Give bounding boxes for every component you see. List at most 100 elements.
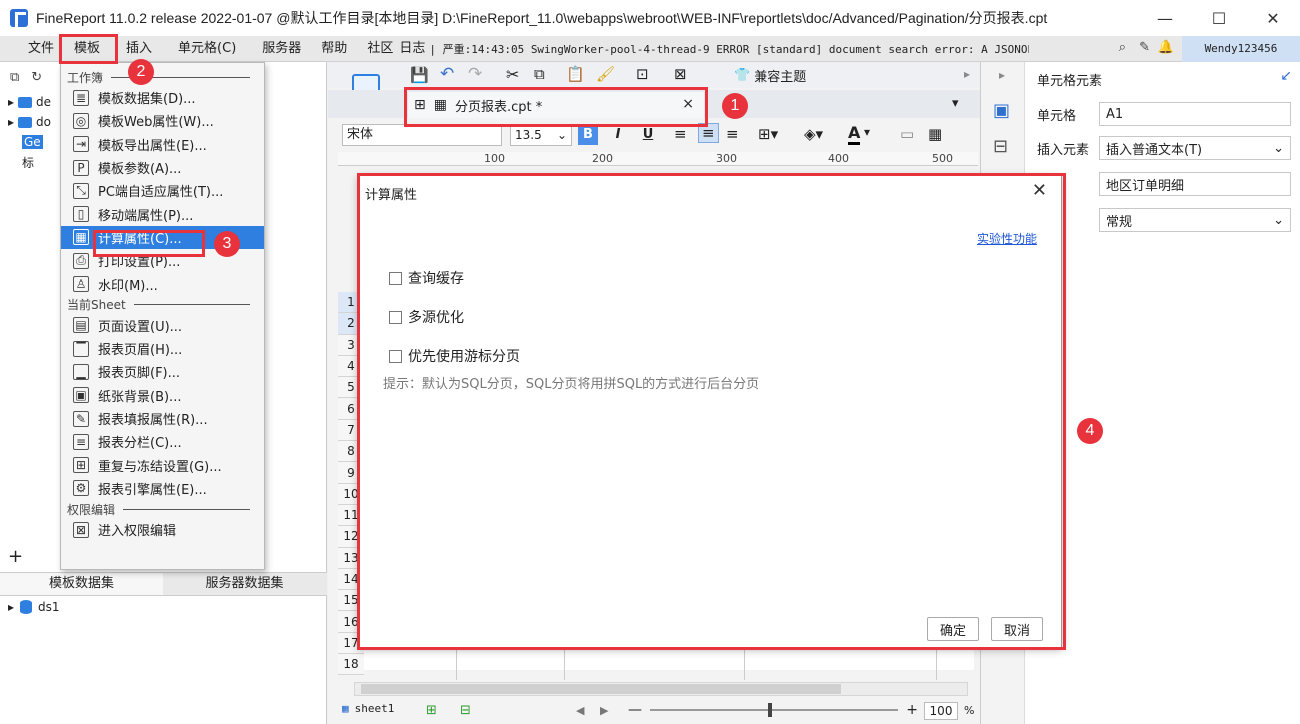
menu-server[interactable]: 服务器 xyxy=(252,36,311,62)
redo-icon[interactable]: ↷ xyxy=(468,64,482,84)
zoom-input[interactable]: 100 xyxy=(924,702,958,720)
preview-icon[interactable]: ⊡ xyxy=(636,65,649,83)
font-family-select[interactable]: 宋体 xyxy=(342,124,502,146)
menu-cell[interactable]: 单元格(C) xyxy=(168,36,246,62)
bold-button[interactable]: B xyxy=(578,125,598,145)
font-color-icon[interactable]: A xyxy=(848,123,861,145)
collapse-icon[interactable]: ▸ xyxy=(964,67,970,81)
menu-item[interactable]: ⤡ PC端自适应属性(T)... xyxy=(61,179,264,202)
type-select[interactable]: 常规 ⌄ xyxy=(1099,208,1291,232)
menu-bar: 文件 模板 插入 单元格(C) 服务器 帮助 社区 日志 | 严重:14:43:… xyxy=(0,36,1300,62)
border-icon[interactable]: ⊞▾ xyxy=(758,125,778,143)
font-size-select[interactable]: 13.5 ⌄ xyxy=(510,124,572,146)
dataset-item[interactable]: ▸ ds1 xyxy=(8,600,60,614)
menu-item[interactable]: ▯ 移动端属性(P)... xyxy=(61,202,264,225)
menu-item[interactable]: ♙ 水印(M)... xyxy=(61,272,264,295)
annotation-badge-4: 4 xyxy=(1077,418,1103,444)
menu-item-icon: ≣ xyxy=(73,89,89,106)
menu-insert[interactable]: 插入 xyxy=(116,36,162,62)
menu-item[interactable]: ▤ 页面设置(U)... xyxy=(61,314,264,337)
chevron-down-icon: ⌄ xyxy=(556,128,567,142)
pin-icon[interactable]: ↙ xyxy=(1280,68,1292,84)
menu-item[interactable]: ◎ 模板Web属性(W)... xyxy=(61,109,264,132)
menu-file[interactable]: 文件 xyxy=(18,36,64,62)
sheet-tab[interactable]: ▦ sheet1 xyxy=(342,702,394,715)
paste-icon[interactable]: 📋 xyxy=(566,65,585,83)
bell-icon[interactable]: 🔔 xyxy=(1158,40,1174,55)
scroll-right-icon[interactable]: ▶ xyxy=(600,704,608,717)
menu-item-icon: ▔ xyxy=(73,340,89,357)
search-icon[interactable]: ⌕ xyxy=(1119,40,1126,55)
expand-icon[interactable]: ▸ xyxy=(999,68,1005,82)
menu-item-icon: ▯ xyxy=(73,206,89,223)
undo-icon[interactable]: ↶ xyxy=(440,64,454,84)
cell-element-icon[interactable]: ▣ xyxy=(993,100,1010,121)
menu-log[interactable]: 日志 xyxy=(395,36,429,62)
align-left-icon[interactable]: ≡ xyxy=(674,125,687,143)
close-window-button[interactable]: ✕ xyxy=(1246,0,1300,36)
chart-icon[interactable]: ⊠ xyxy=(674,65,687,83)
menu-community[interactable]: 社区 xyxy=(357,36,395,62)
menu-item[interactable]: ⊠ 进入权限编辑 xyxy=(61,518,264,541)
content-input[interactable]: 地区订单明细 xyxy=(1099,172,1291,196)
row-header[interactable]: 18 xyxy=(338,654,364,676)
menu-item-icon: ▁ xyxy=(73,363,89,380)
add-sheet-icon[interactable]: ⊞ xyxy=(426,703,437,718)
menu-help[interactable]: 帮助 xyxy=(311,36,357,62)
add-form-sheet-icon[interactable]: ⊟ xyxy=(460,703,471,718)
fill-color-icon[interactable]: ◈▾ xyxy=(804,125,823,143)
user-account[interactable]: Wendy123456 xyxy=(1182,36,1300,62)
menu-item[interactable]: ⊞ 重复与冻结设置(G)... xyxy=(61,453,264,476)
menu-item-label: 报表页脚(F)... xyxy=(98,366,181,382)
refresh-icon[interactable]: ↻ xyxy=(31,70,42,85)
section-permission: 权限编辑 xyxy=(61,500,264,518)
copy-icon[interactable]: ⧉ xyxy=(534,65,545,83)
annotation-box-template-menu xyxy=(59,34,118,64)
format-brush-icon[interactable]: 🖌 xyxy=(596,65,615,83)
menu-item-label: 模板数据集(D)... xyxy=(98,92,196,108)
folder-icon xyxy=(18,96,33,108)
insert-element-label: 插入元素 xyxy=(1037,142,1090,158)
insert-element-select[interactable]: 插入普通文本(T) ⌄ xyxy=(1099,136,1291,160)
menu-item[interactable]: ⚙ 报表引擎属性(E)... xyxy=(61,477,264,500)
menu-item[interactable]: ▁ 报表页脚(F)... xyxy=(61,360,264,383)
compat-theme-button[interactable]: 👕 兼容主题 xyxy=(734,66,806,85)
menu-item-label: 模板Web属性(W)... xyxy=(98,115,214,131)
align-right-icon[interactable]: ≡ xyxy=(726,125,739,143)
menu-item[interactable]: ⇥ 模板导出属性(E)... xyxy=(61,133,264,156)
cell-input[interactable]: A1 xyxy=(1099,102,1291,126)
folder-icon xyxy=(18,116,33,128)
edit-icon[interactable]: ✎ xyxy=(1139,40,1150,55)
menu-item-icon: ✎ xyxy=(73,410,89,427)
menu-item-label: 水印(M)... xyxy=(98,278,158,294)
merge-icon[interactable]: ▭ xyxy=(900,125,914,143)
horizontal-scrollbar[interactable] xyxy=(354,682,968,696)
tab-server-dataset[interactable]: 服务器数据集 xyxy=(163,573,326,595)
cell-label: 单元格 xyxy=(1037,108,1077,124)
add-dataset-button[interactable]: + xyxy=(8,546,23,567)
new-folder-icon[interactable]: ⧉ xyxy=(10,70,19,85)
menu-item-icon: ▦ xyxy=(73,229,89,246)
menu-item[interactable]: ✎ 报表填报属性(R)... xyxy=(61,407,264,430)
menu-item-label: 模板导出属性(E)... xyxy=(98,138,207,154)
italic-button[interactable]: I xyxy=(608,125,628,145)
underline-button[interactable]: U xyxy=(638,125,658,145)
tab-list-icon[interactable]: ▾ xyxy=(952,96,959,111)
chevron-down-icon[interactable]: ▾ xyxy=(864,125,870,139)
cut-icon[interactable]: ✂ xyxy=(506,65,519,84)
menu-item[interactable]: ▔ 报表页眉(H)... xyxy=(61,337,264,360)
scroll-left-icon[interactable]: ◀ xyxy=(576,704,584,717)
annotation-badge-3: 3 xyxy=(214,231,240,257)
menu-item[interactable]: ≣ 模板数据集(D)... xyxy=(61,86,264,109)
tab-template-dataset[interactable]: 模板数据集 xyxy=(0,573,163,595)
minimize-button[interactable]: — xyxy=(1138,0,1192,36)
table-icon[interactable]: ▦ xyxy=(928,125,942,143)
menu-item[interactable]: P 模板参数(A)... xyxy=(61,156,264,179)
save-icon[interactable]: 💾 xyxy=(410,66,429,84)
app-logo-icon xyxy=(10,9,28,27)
cell-attribute-icon[interactable]: ⊟ xyxy=(993,136,1008,157)
menu-item[interactable]: ▣ 纸张背景(B)... xyxy=(61,384,264,407)
zoom-slider[interactable]: — + xyxy=(628,702,918,718)
menu-item[interactable]: ≡ 报表分栏(C)... xyxy=(61,430,264,453)
maximize-button[interactable]: ☐ xyxy=(1192,0,1246,36)
